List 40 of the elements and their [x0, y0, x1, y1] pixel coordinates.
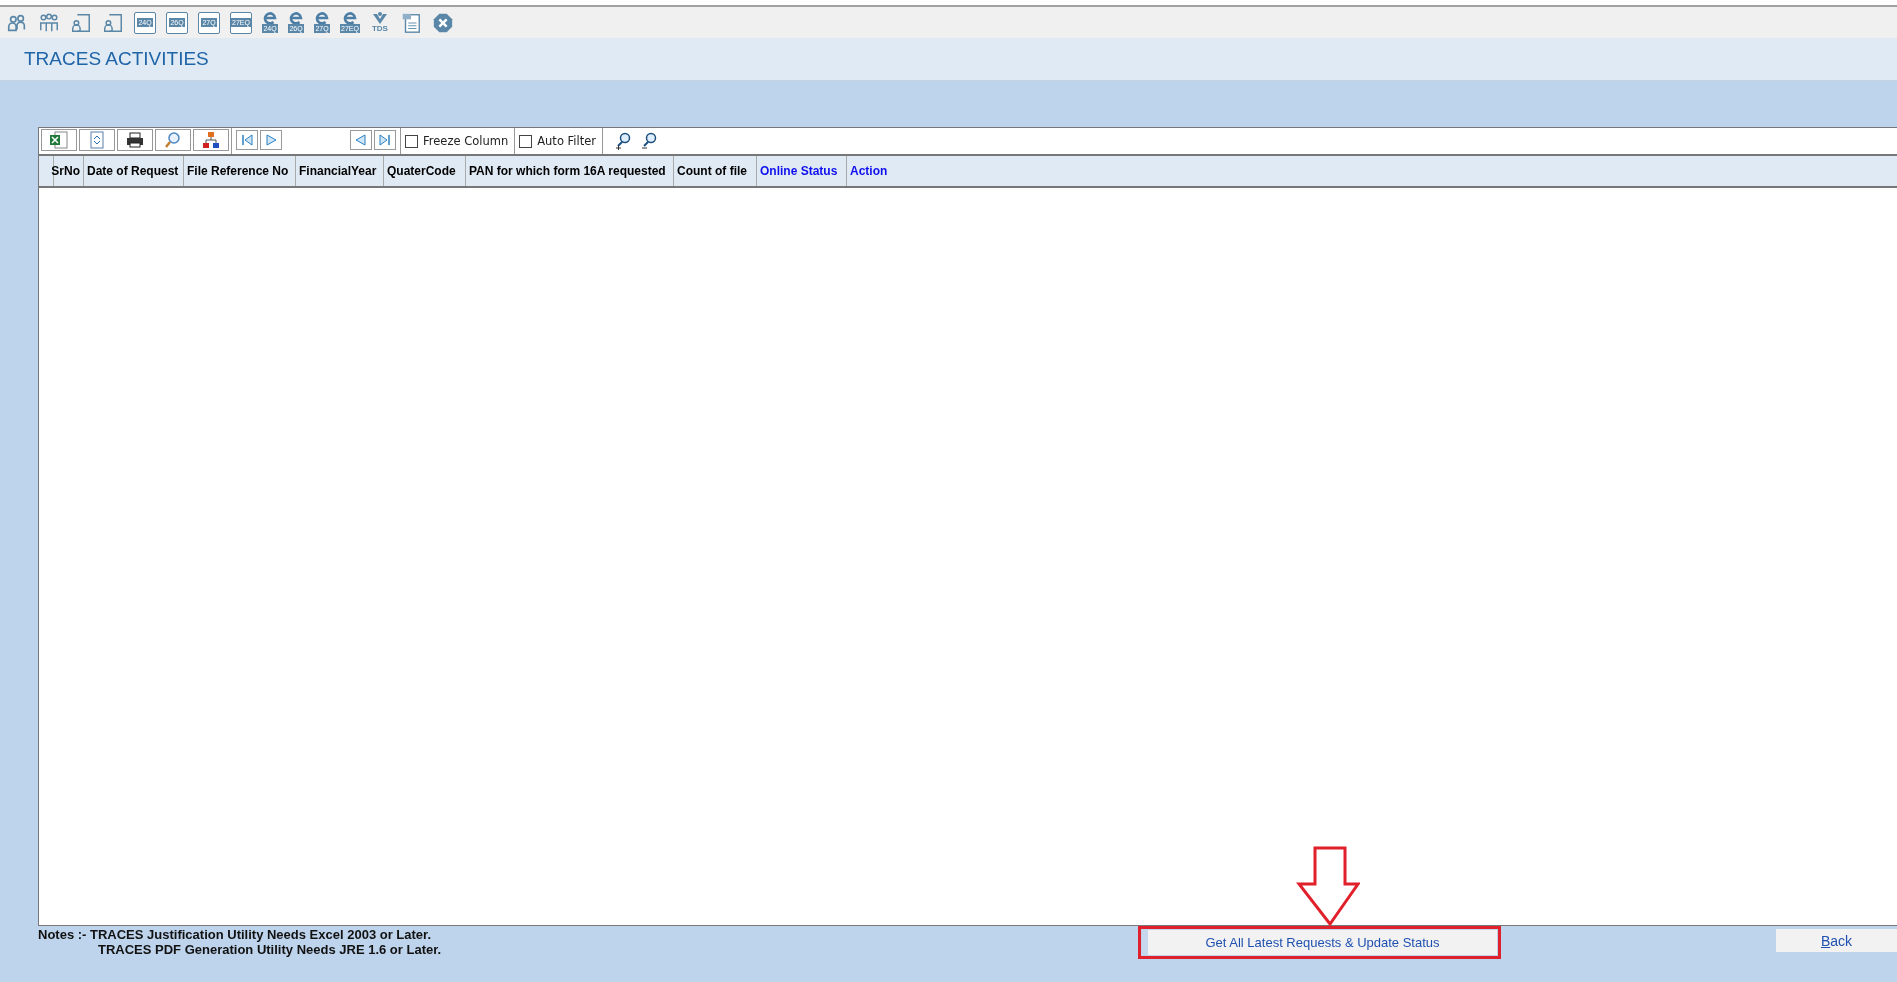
print-button[interactable]	[117, 129, 153, 151]
first-page-button[interactable]	[236, 130, 258, 150]
first-arrow-icon	[240, 133, 254, 147]
next-page-button[interactable]	[260, 130, 282, 150]
person-document-icon[interactable]	[70, 11, 92, 34]
checkbox[interactable]	[519, 134, 533, 148]
back-button[interactable]: Back	[1776, 929, 1897, 952]
column-header[interactable]: Action	[847, 156, 967, 186]
printer-icon	[126, 131, 144, 149]
checkbox-label: Freeze Column	[423, 134, 509, 148]
right-triangle-icon	[264, 133, 278, 147]
checkbox[interactable]	[405, 134, 418, 148]
search-button[interactable]	[155, 129, 191, 151]
excel-export-button[interactable]	[41, 129, 77, 151]
spreadsheet-icon	[49, 131, 69, 149]
column-header[interactable]: FinancialYear	[296, 156, 384, 186]
last-arrow-icon	[378, 133, 392, 147]
left-triangle-icon	[354, 133, 368, 147]
last-page-button[interactable]	[374, 130, 396, 150]
column-header[interactable]: File Reference No	[184, 156, 296, 186]
column-header[interactable]: Date of Request	[84, 156, 184, 186]
close-icon[interactable]	[431, 11, 454, 34]
note-text: TRACES Justification Utility Needs Excel 2003 or Later.	[90, 927, 432, 942]
hierarchy-button[interactable]	[193, 129, 229, 151]
column-header[interactable]: PAN for which form 16A requested	[466, 156, 674, 186]
note-text: TRACES PDF Generation Utility Needs JRE 1.6 or Later.	[98, 942, 442, 957]
previous-page-button[interactable]	[350, 130, 372, 150]
page-title: TRACES ACTIVITIES	[24, 48, 209, 70]
column-header[interactable]: Online Status	[757, 156, 847, 186]
search-icon	[164, 131, 182, 149]
hierarchy-icon	[202, 131, 220, 149]
checkbox-label: Auto Filter	[537, 134, 597, 148]
person-document-icon[interactable]	[102, 11, 124, 34]
column-header[interactable]: SrNo	[54, 156, 84, 186]
notes-label: Notes :-	[38, 927, 87, 942]
document-icon	[88, 131, 106, 149]
group-icon[interactable]	[38, 11, 60, 34]
column-header[interactable]: Count of file	[674, 156, 757, 186]
column-header[interactable]: QuaterCode	[384, 156, 466, 186]
update-status-button[interactable]: Get All Latest Requests & Update Status	[1142, 930, 1497, 955]
